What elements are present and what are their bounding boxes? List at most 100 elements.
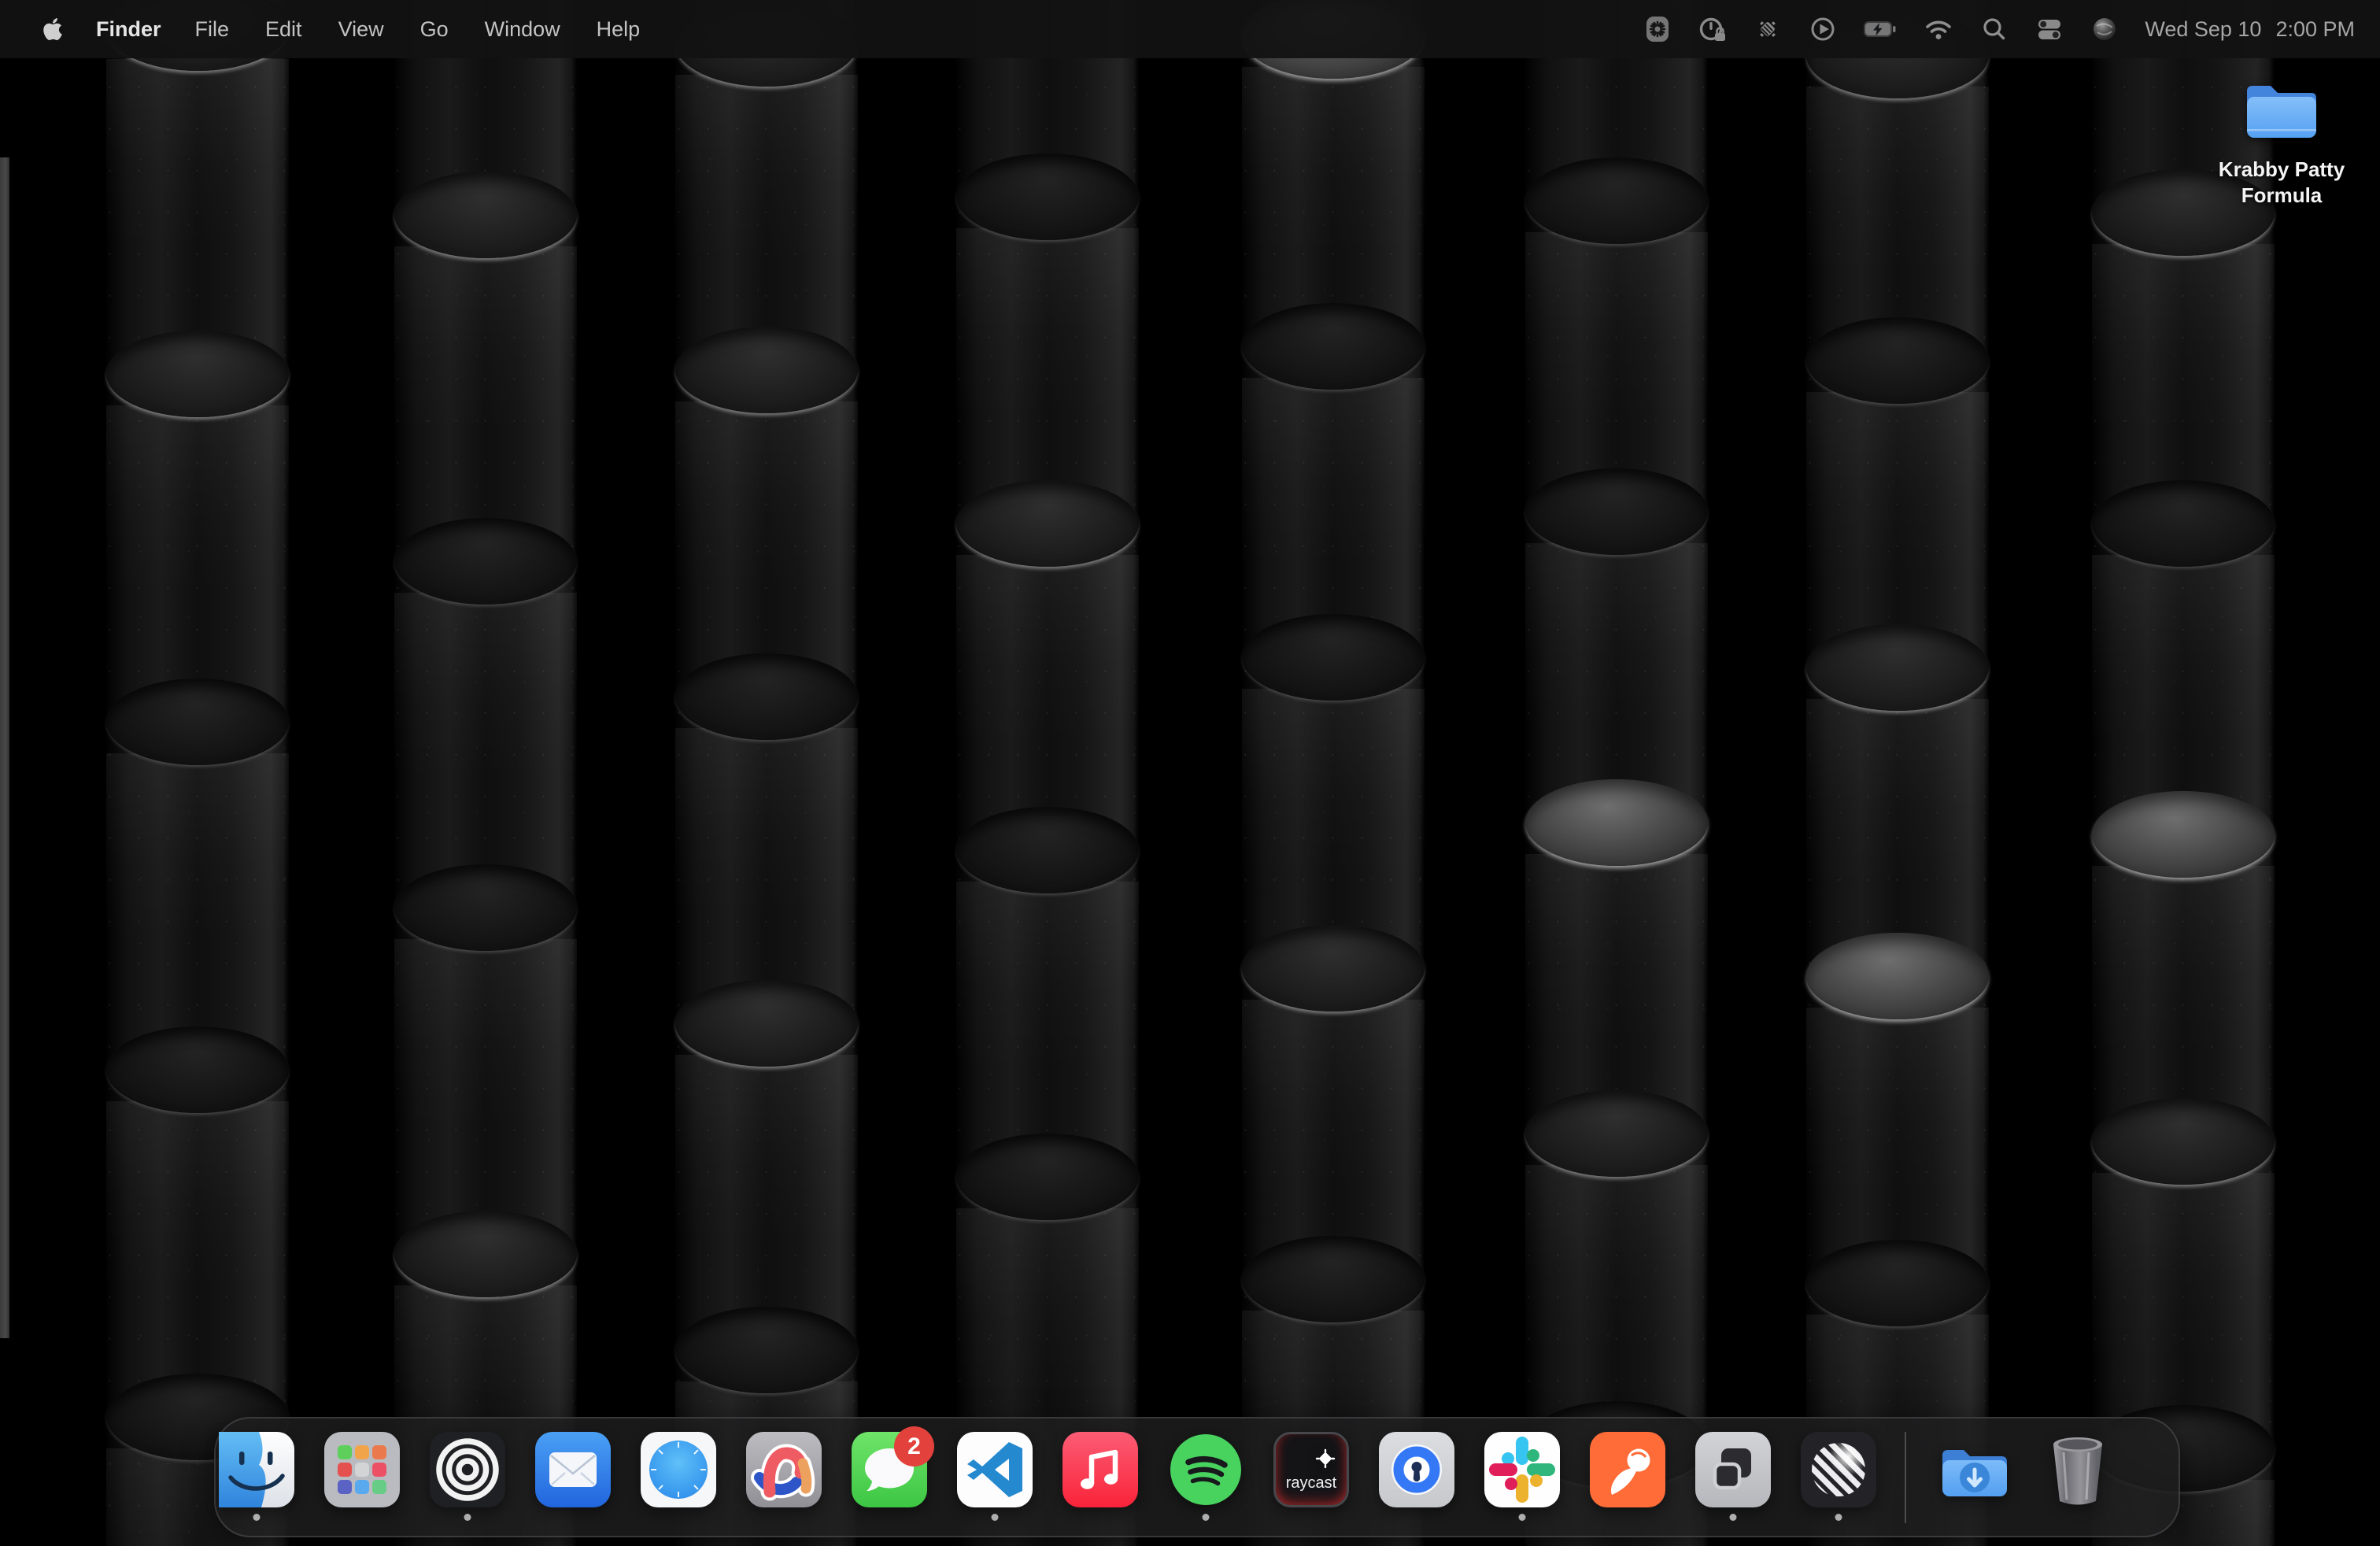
dock-item-launchpad[interactable] <box>324 1432 400 1507</box>
notification-badge: 2 <box>894 1426 934 1466</box>
menu-item-edit[interactable]: Edit <box>247 17 320 41</box>
wallpaper-cylinder-shade <box>956 882 1139 1118</box>
dock-item-slack[interactable] <box>1484 1432 1560 1507</box>
wallpaper-cylinder-shade <box>675 75 858 311</box>
wallpaper-cylinder-cap <box>1806 933 1989 1019</box>
wallpaper-cylinder-cap <box>675 1307 858 1393</box>
wallpaper-cylinder-shade <box>1806 87 1989 323</box>
arc-icon <box>746 1432 822 1507</box>
launchpad-icon <box>324 1432 400 1507</box>
raycast-icon: raycast <box>1273 1432 1349 1507</box>
menu-item-go[interactable]: Go <box>402 17 467 41</box>
wallpaper-cylinder-shade <box>675 1055 858 1291</box>
dock-item-linear[interactable] <box>1801 1432 1876 1507</box>
wallpaper-cylinder-shade <box>956 1208 1139 1444</box>
wallpaper-cylinder-shade <box>394 246 577 483</box>
apple-menu-icon[interactable] <box>33 17 72 42</box>
wallpaper-cylinder-cap <box>956 1134 1139 1220</box>
dock-item-finder[interactable] <box>219 1432 294 1507</box>
dock-item-arc[interactable] <box>746 1432 822 1507</box>
dock-item-rings[interactable] <box>430 1432 505 1507</box>
dock-item-downloads[interactable] <box>1935 1432 2010 1507</box>
menu-item-view[interactable]: View <box>320 17 402 41</box>
rings-icon <box>430 1432 505 1507</box>
dock-item-raycast[interactable]: raycast <box>1273 1432 1349 1507</box>
wallpaper-cylinder-shade <box>1242 689 1425 925</box>
battery-charging-icon[interactable] <box>1850 13 1910 45</box>
dock-item-safari[interactable] <box>641 1432 716 1507</box>
wallpaper-cylinder-shade <box>1242 378 1425 614</box>
dock-item-vscode[interactable] <box>957 1432 1033 1507</box>
desktop-folder-krabby-patty-formula[interactable]: Krabby Patty Formula <box>2164 79 2380 209</box>
dock-item-windowsapp[interactable] <box>1695 1432 1771 1507</box>
wallpaper-cylinder-shade <box>394 939 577 1175</box>
now-playing-icon[interactable] <box>1795 13 1850 45</box>
dock-item-postman[interactable] <box>1590 1432 1665 1507</box>
wifi-icon[interactable] <box>1910 13 1967 45</box>
wallpaper-cylinder-cap <box>2092 480 2275 567</box>
menu-app-name[interactable]: Finder <box>80 17 177 42</box>
dock-item-messages[interactable]: 2 <box>852 1432 927 1507</box>
sphere-avatar-icon[interactable] <box>2077 13 2132 45</box>
menu-item-help[interactable]: Help <box>578 17 659 41</box>
dock-item-music[interactable] <box>1062 1432 1138 1507</box>
raycast-label: raycast <box>1276 1474 1347 1492</box>
running-indicator <box>464 1514 471 1521</box>
macos-desktop: Finder FileEditViewGoWindowHelp <box>0 0 2380 1546</box>
wallpaper-cylinder-cap <box>106 679 289 765</box>
wallpaper-cylinder-shade <box>675 728 858 964</box>
dock-item-onepassword[interactable] <box>1379 1432 1454 1507</box>
menu-bar: Finder FileEditViewGoWindowHelp <box>0 0 2380 58</box>
wallpaper-cylinder-shade <box>394 593 577 829</box>
wallpaper-cylinder-shade <box>1525 1165 1708 1401</box>
menu-bar-time: 2:00 PM <box>2275 17 2355 42</box>
wallpaper-cylinder-cap <box>675 653 858 740</box>
menu-bar-clock[interactable]: Wed Sep 10 2:00 PM <box>2145 17 2355 42</box>
wallpaper-cylinder-cap <box>2092 1098 2275 1185</box>
wallpaper-cylinder-cap <box>1242 614 1425 701</box>
wallpaper-cylinder-cap <box>956 480 1139 567</box>
wallpaper-cylinder-cap <box>394 172 577 258</box>
wallpaper-cylinder-cap <box>394 1211 577 1297</box>
wallpaper-cylinder-shade <box>1525 232 1708 468</box>
menu-item-file[interactable]: File <box>177 17 248 41</box>
wallpaper-cylinder-column <box>956 0 1139 1546</box>
running-indicator <box>992 1514 999 1521</box>
menu-items: FileEditViewGoWindowHelp <box>177 17 659 42</box>
menu-item-window[interactable]: Window <box>467 17 578 41</box>
wallpaper-cylinder-cap <box>106 1026 289 1113</box>
dock-apps: 2 raycast <box>219 1432 1876 1507</box>
running-indicator <box>1203 1514 1210 1521</box>
app-burst-icon[interactable] <box>1630 13 1685 45</box>
wallpaper-cylinder-cap <box>1525 779 1708 866</box>
wallpaper-cylinder-shade <box>1525 854 1708 1090</box>
dock-item-trash[interactable] <box>2040 1432 2116 1507</box>
wallpaper-cylinder-shade <box>2092 244 2275 480</box>
wallpaper-cylinder-column <box>1806 0 1989 1546</box>
wallpaper-cylinder-cap <box>1525 157 1708 244</box>
wallpaper-cylinder-shade <box>1806 699 1989 935</box>
wallpaper-cylinder-cap <box>1806 624 1989 711</box>
dock-item-mail[interactable] <box>535 1432 611 1507</box>
control-center-icon[interactable] <box>2022 13 2077 45</box>
wallpaper-cylinder-shade <box>106 753 289 989</box>
wallpaper-cylinder-cap <box>675 980 858 1067</box>
wallpaper-cylinder-cap <box>675 327 858 413</box>
wallpaper-cylinder-cap <box>394 864 577 951</box>
wallpaper-cylinder-shade <box>106 59 289 295</box>
raycast-menubar-icon[interactable] <box>1740 13 1795 45</box>
onepassword-icon <box>1379 1432 1454 1507</box>
spotlight-icon[interactable] <box>1967 13 2022 45</box>
wallpaper-cylinder-shade <box>956 555 1139 791</box>
dock: 2 raycast <box>214 1417 2180 1537</box>
slack-icon <box>1484 1432 1560 1507</box>
dock-item-spotify[interactable] <box>1168 1432 1244 1507</box>
spotify-icon <box>1168 1432 1244 1507</box>
wallpaper-cylinder-cap <box>1242 1236 1425 1322</box>
safari-icon <box>641 1432 716 1507</box>
wallpaper-cylinder-shade <box>106 1101 289 1337</box>
wallpaper-cylinder-shade <box>1242 1000 1425 1236</box>
running-indicator <box>253 1514 261 1521</box>
lock-power-icon[interactable] <box>1685 13 1740 45</box>
wallpaper-cylinder-column <box>675 0 858 1546</box>
